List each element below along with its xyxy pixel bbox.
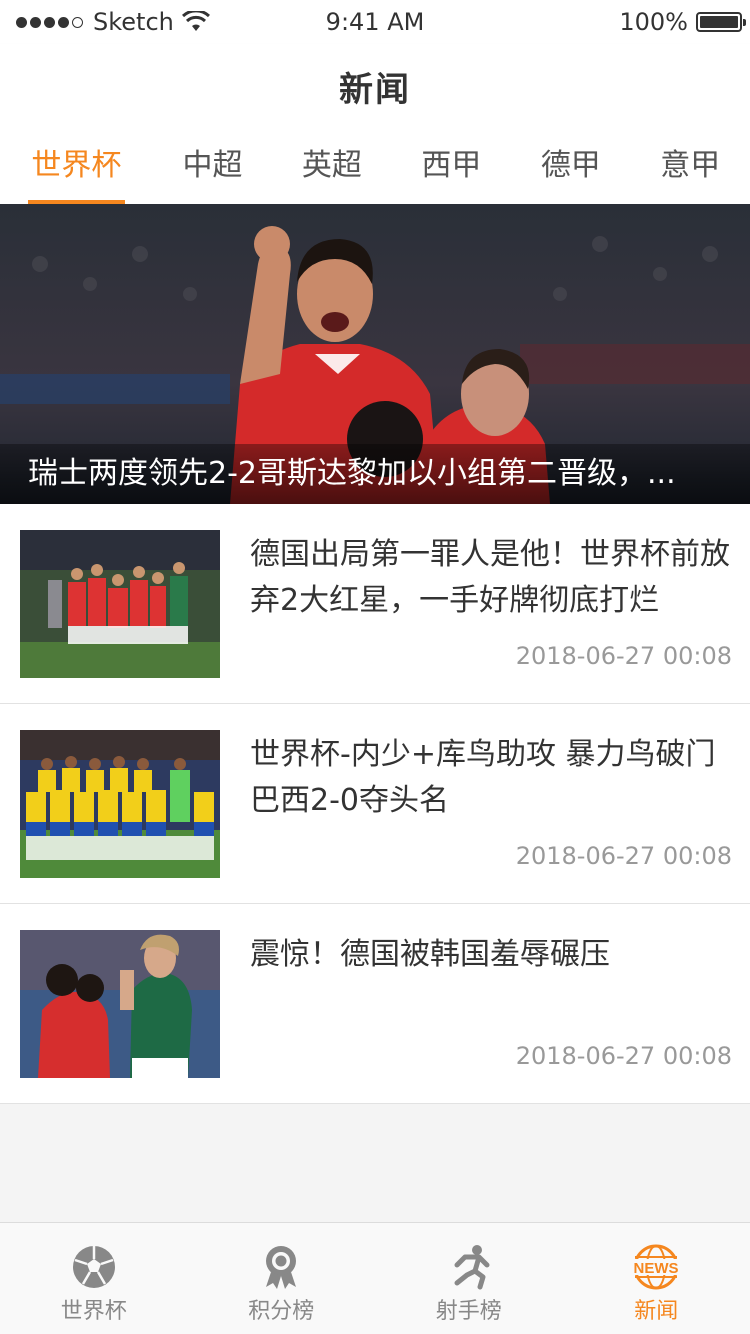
tab-serie-a[interactable]: 意甲 bbox=[631, 128, 750, 204]
news-thumbnail bbox=[20, 730, 220, 878]
medal-icon bbox=[266, 1246, 297, 1289]
tabbar-label: 射手榜 bbox=[435, 1299, 502, 1324]
category-tabs: 世界杯 中超 英超 西甲 德甲 意甲 bbox=[0, 128, 750, 204]
nav-bar: 新闻 bbox=[0, 44, 750, 128]
tabbar-label: 世界杯 bbox=[60, 1299, 127, 1324]
runner-icon bbox=[454, 1245, 490, 1290]
hero-banner[interactable]: 瑞士两度领先2-2哥斯达黎加以小组第二晋级，... bbox=[0, 204, 750, 504]
hero-caption: 瑞士两度领先2-2哥斯达黎加以小组第二晋级，... bbox=[0, 444, 750, 504]
soccer-ball-icon bbox=[72, 1246, 115, 1288]
tabbar-world-cup[interactable]: 世界杯 bbox=[0, 1223, 188, 1334]
news-globe-icon: NEWS bbox=[633, 1244, 680, 1290]
battery-icon bbox=[696, 12, 746, 32]
tabbar-news[interactable]: NEWS 新闻 bbox=[563, 1223, 750, 1334]
screen: Sketch 9:41 AM 100% 新闻 世界杯 中超 英超 西甲 德甲 意… bbox=[0, 0, 750, 1334]
battery-percent: 100% bbox=[619, 8, 688, 36]
news-title: 德国出局第一罪人是他！世界杯前放弃2大红星，一手好牌彻底打烂 bbox=[250, 537, 730, 618]
news-thumbnail bbox=[20, 930, 220, 1078]
status-bar: Sketch 9:41 AM 100% bbox=[0, 0, 750, 44]
news-title: 震惊！德国被韩国羞辱碾压 bbox=[250, 937, 610, 972]
tabbar-label: 新闻 bbox=[634, 1299, 679, 1324]
tab-csl[interactable]: 中超 bbox=[153, 128, 272, 204]
page-title: 新闻 bbox=[339, 69, 411, 110]
tabbar-standings[interactable]: 积分榜 bbox=[188, 1223, 376, 1334]
tab-la-liga[interactable]: 西甲 bbox=[392, 128, 511, 204]
news-item[interactable]: 震惊！德国被韩国羞辱碾压 2018-06-27 00:08 bbox=[0, 904, 750, 1104]
news-thumbnail bbox=[20, 530, 220, 678]
news-item[interactable]: 德国出局第一罪人是他！世界杯前放弃2大红星，一手好牌彻底打烂 2018-06-2… bbox=[0, 504, 750, 704]
tab-world-cup[interactable]: 世界杯 bbox=[0, 128, 153, 204]
news-title: 世界杯-内少+库鸟助攻 暴力鸟破门 巴西2-0夺头名 bbox=[250, 737, 716, 818]
tabbar-label: 积分榜 bbox=[248, 1299, 315, 1324]
news-time: 2018-06-27 00:08 bbox=[515, 842, 732, 870]
news-time: 2018-06-27 00:08 bbox=[515, 1042, 732, 1070]
svg-text:NEWS: NEWS bbox=[634, 1260, 679, 1277]
status-right: 100% bbox=[619, 8, 746, 36]
news-item[interactable]: 世界杯-内少+库鸟助攻 暴力鸟破门 巴西2-0夺头名 2018-06-27 00… bbox=[0, 704, 750, 904]
bottom-tab-bar: 世界杯 积分榜 射手榜 NEWS 新闻 bbox=[0, 1222, 750, 1334]
news-time: 2018-06-27 00:08 bbox=[515, 642, 732, 670]
tab-premier-league[interactable]: 英超 bbox=[272, 128, 391, 204]
tabbar-scorers[interactable]: 射手榜 bbox=[375, 1223, 563, 1334]
tab-bundesliga[interactable]: 德甲 bbox=[511, 128, 630, 204]
news-list: 德国出局第一罪人是他！世界杯前放弃2大红星，一手好牌彻底打烂 2018-06-2… bbox=[0, 504, 750, 1104]
